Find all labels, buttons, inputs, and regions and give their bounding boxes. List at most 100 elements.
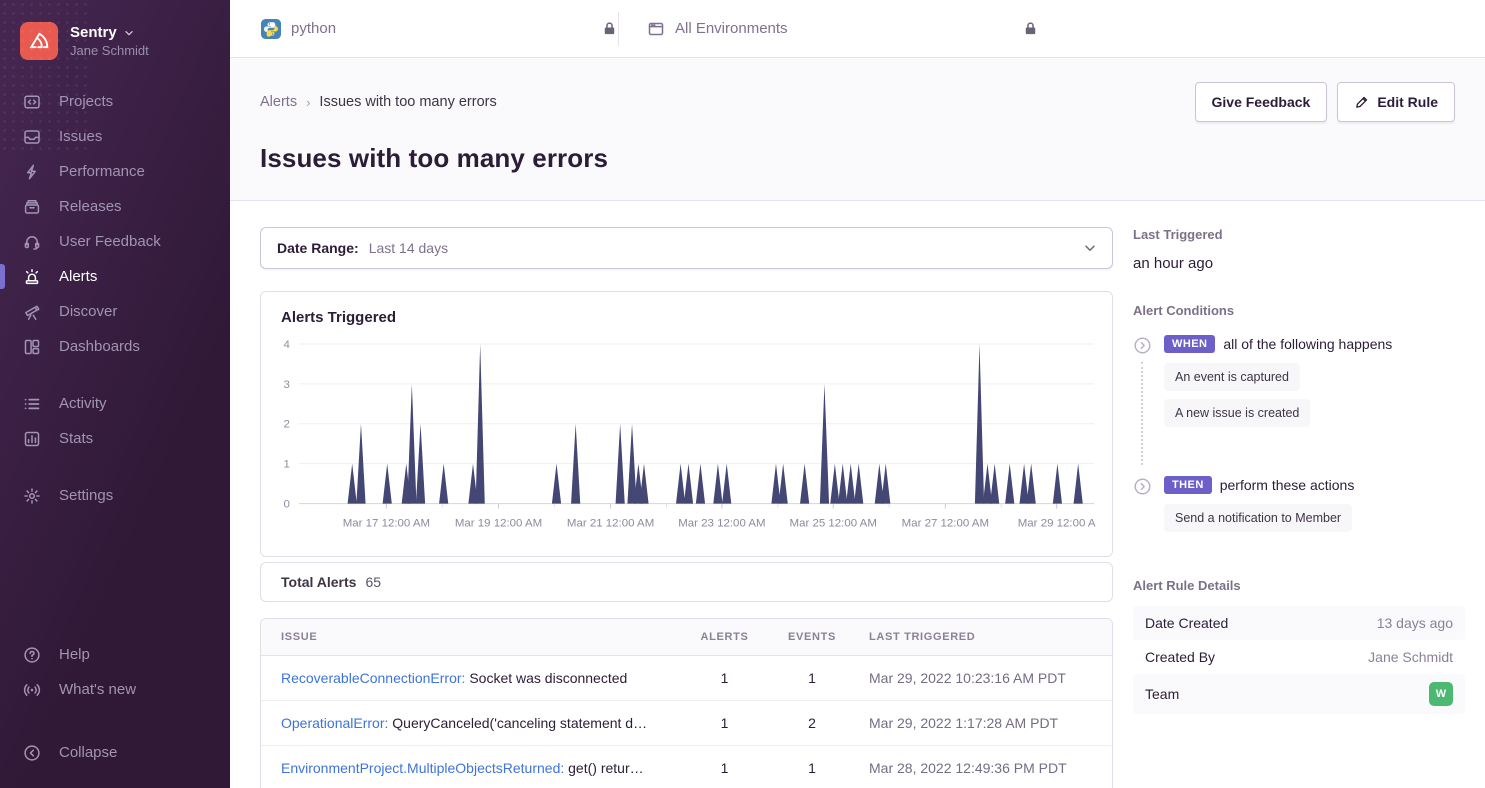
svg-text:Mar 21 12:00 AM: Mar 21 12:00 AM xyxy=(567,518,654,530)
issues-icon xyxy=(22,128,42,146)
svg-text:3: 3 xyxy=(284,379,290,391)
rule-detail-label: Team xyxy=(1145,686,1179,702)
table-row[interactable]: EnvironmentProject.MultipleObjectsReturn… xyxy=(261,745,1112,788)
events-cell: 1 xyxy=(767,670,857,686)
sidebar-item-label: Alerts xyxy=(59,268,97,285)
window-icon xyxy=(647,20,665,38)
chevron-down-icon xyxy=(1082,240,1098,256)
collapse-icon xyxy=(22,744,42,762)
sidebar-item-projects[interactable]: Projects xyxy=(0,84,230,119)
environment-selector[interactable]: All Environments xyxy=(619,20,1039,38)
sidebar-item-what-s-new[interactable]: What's new xyxy=(0,672,230,707)
page-title: Issues with too many errors xyxy=(260,143,1455,174)
breadcrumb-current: Issues with too many errors xyxy=(319,94,496,110)
sidebar-item-label: Activity xyxy=(59,395,107,412)
active-indicator xyxy=(0,426,5,451)
active-indicator xyxy=(0,677,5,702)
rule-detail-label: Date Created xyxy=(1145,615,1228,631)
sidebar-item-discover[interactable]: Discover xyxy=(0,294,230,329)
chart-title: Alerts Triggered xyxy=(261,292,1112,328)
sidebar-nav: Projects Issues Performance Releases Use… xyxy=(0,84,230,535)
alerts-cell: 1 xyxy=(682,715,767,731)
rule-detail-label: Created By xyxy=(1145,649,1215,665)
headset-icon xyxy=(22,233,42,251)
column-last-triggered: LAST TRIGGERED xyxy=(857,631,1092,643)
date-range-select[interactable]: Date Range: Last 14 days xyxy=(260,227,1113,269)
sentry-logo-icon xyxy=(20,22,58,60)
lock-icon[interactable] xyxy=(601,20,618,37)
sidebar-item-activity[interactable]: Activity xyxy=(0,386,230,421)
sidebar-item-releases[interactable]: Releases xyxy=(0,189,230,224)
breadcrumb-alerts-link[interactable]: Alerts xyxy=(260,94,297,110)
lightning-icon xyxy=(22,163,42,181)
project-name[interactable]: python xyxy=(291,20,336,37)
column-events: EVENTS xyxy=(767,631,857,643)
svg-text:1: 1 xyxy=(284,459,290,471)
sidebar-item-label: Help xyxy=(59,646,90,663)
when-step: WHEN all of the following happens An eve… xyxy=(1133,335,1465,427)
sidebar-item-settings[interactable]: Settings xyxy=(0,478,230,513)
projects-icon xyxy=(22,93,42,111)
last-triggered-value: an hour ago xyxy=(1133,255,1465,272)
edit-rule-label: Edit Rule xyxy=(1377,94,1438,110)
releases-icon xyxy=(22,198,42,216)
total-alerts-label: Total Alerts xyxy=(281,574,356,590)
sidebar-item-dashboards[interactable]: Dashboards xyxy=(0,329,230,364)
sidebar-item-user-feedback[interactable]: User Feedback xyxy=(0,224,230,259)
column-issue: ISSUE xyxy=(281,631,682,643)
condition-pill: A new issue is created xyxy=(1164,399,1310,427)
events-cell: 1 xyxy=(767,760,857,776)
sidebar-item-stats[interactable]: Stats xyxy=(0,421,230,456)
sidebar-item-label: User Feedback xyxy=(59,233,161,250)
svg-text:Mar 19 12:00 AM: Mar 19 12:00 AM xyxy=(455,518,542,530)
sidebar-item-collapse[interactable]: Collapse xyxy=(0,735,230,770)
org-switcher[interactable]: Sentry Jane Schmidt xyxy=(0,14,230,74)
issue-link[interactable]: RecoverableConnectionError: xyxy=(281,670,465,686)
rule-detail-value: Jane Schmidt xyxy=(1368,649,1453,665)
give-feedback-label: Give Feedback xyxy=(1212,94,1311,110)
when-badge: WHEN xyxy=(1164,335,1215,353)
active-indicator xyxy=(0,740,5,765)
then-text: perform these actions xyxy=(1220,477,1355,493)
issues-table: ISSUE ALERTS EVENTS LAST TRIGGERED Recov… xyxy=(260,618,1113,788)
sidebar-item-label: Stats xyxy=(59,430,93,447)
sidebar-item-label: Projects xyxy=(59,93,113,110)
issue-link[interactable]: EnvironmentProject.MultipleObjectsReturn… xyxy=(281,760,564,776)
breadcrumb-separator: › xyxy=(306,95,310,110)
then-badge: THEN xyxy=(1164,476,1212,494)
alerts-triggered-chart[interactable]: 01234Mar 17 12:00 AMMar 19 12:00 AMMar 2… xyxy=(261,328,1112,556)
events-cell: 2 xyxy=(767,715,857,731)
last-triggered-heading: Last Triggered xyxy=(1133,227,1465,242)
bar-chart-icon xyxy=(22,430,42,448)
active-indicator xyxy=(0,194,5,219)
lock-icon[interactable] xyxy=(1022,20,1039,37)
active-indicator xyxy=(0,159,5,184)
issue-cell: OperationalError: QueryCanceled('canceli… xyxy=(281,715,682,731)
rule-detail-value: 13 days ago xyxy=(1377,615,1453,631)
sidebar-item-label: Discover xyxy=(59,303,117,320)
breadcrumb: Alerts › Issues with too many errors xyxy=(260,94,497,110)
rule-detail-row: Team W xyxy=(1133,674,1465,714)
python-icon xyxy=(261,19,281,39)
environment-name[interactable]: All Environments xyxy=(675,20,788,37)
sidebar-item-issues[interactable]: Issues xyxy=(0,119,230,154)
team-avatar[interactable]: W xyxy=(1429,682,1453,706)
sidebar-item-help[interactable]: Help xyxy=(0,637,230,672)
active-indicator xyxy=(0,391,5,416)
page-header: Alerts › Issues with too many errors Giv… xyxy=(230,58,1485,201)
last-triggered-cell: Mar 28, 2022 12:49:36 PM PDT xyxy=(857,760,1092,776)
topbar: python All Environments xyxy=(230,0,1485,58)
give-feedback-button[interactable]: Give Feedback xyxy=(1195,82,1328,122)
table-row[interactable]: OperationalError: QueryCanceled('canceli… xyxy=(261,700,1112,745)
column-alerts: ALERTS xyxy=(682,631,767,643)
sidebar-item-alerts[interactable]: Alerts xyxy=(0,259,230,294)
table-row[interactable]: RecoverableConnectionError: Socket was d… xyxy=(261,656,1112,700)
issue-link[interactable]: OperationalError: xyxy=(281,715,388,731)
last-triggered-cell: Mar 29, 2022 1:17:28 AM PDT xyxy=(857,715,1092,731)
active-indicator xyxy=(0,642,5,667)
edit-rule-button[interactable]: Edit Rule xyxy=(1337,82,1455,122)
svg-text:Mar 17 12:00 AM: Mar 17 12:00 AM xyxy=(343,518,430,530)
project-selector[interactable]: python xyxy=(230,19,618,39)
last-triggered-cell: Mar 29, 2022 10:23:16 AM PDT xyxy=(857,670,1092,686)
sidebar-item-performance[interactable]: Performance xyxy=(0,154,230,189)
